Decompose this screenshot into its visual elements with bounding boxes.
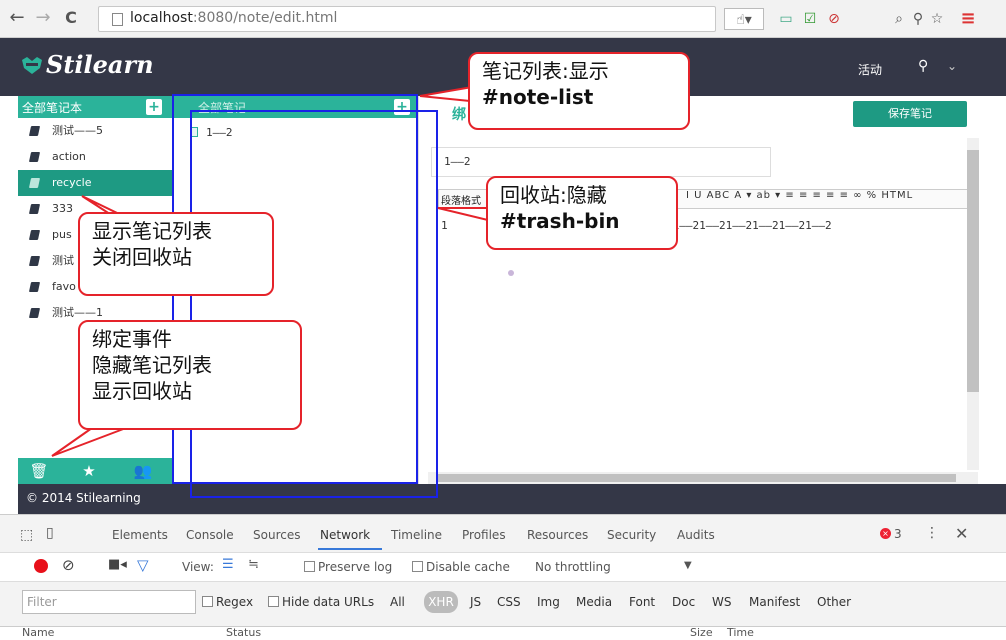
callout-line: 绑定事件 [92, 327, 172, 351]
trash-bin-callout: 回收站:隐藏 #trash-bin [486, 176, 678, 250]
callout-code: #note-list [482, 85, 594, 109]
callout-line: 关闭回收站 [92, 245, 192, 269]
show-list-callout: 显示笔记列表 关闭回收站 [78, 212, 274, 296]
bind-event-callout: 绑定事件 隐藏笔记列表 显示回收站 [78, 320, 302, 430]
callout-line: 笔记列表:显示 [482, 59, 609, 83]
callout-line: 显示回收站 [92, 379, 192, 403]
callout-line: 隐藏笔记列表 [92, 353, 212, 377]
callout-line: 回收站:隐藏 [500, 183, 607, 207]
callout-line: 显示笔记列表 [92, 219, 212, 243]
callout-code: #trash-bin [500, 209, 620, 233]
note-list-callout: 笔记列表:显示 #note-list [468, 52, 690, 130]
